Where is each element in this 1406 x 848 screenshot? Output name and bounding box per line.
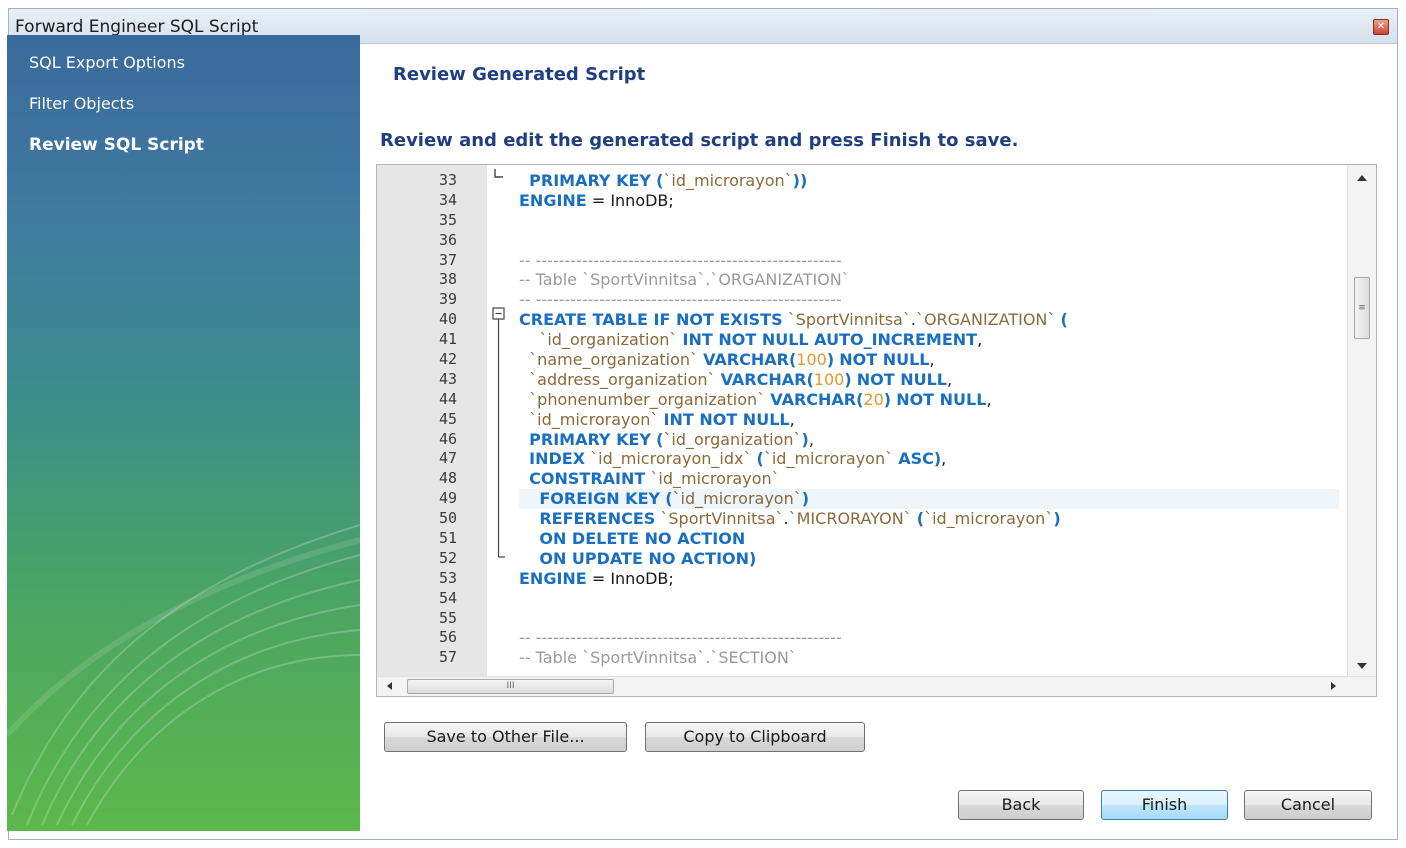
code-line[interactable]: -- -------------------------------------…: [519, 290, 1339, 310]
sql-script-editor[interactable]: 33 34 35 36 37 38 39 40 41 42 43 44 45 46 47 48 49 50 51 52…: [376, 164, 1377, 697]
code-line[interactable]: `name_organization` VARCHAR(100) NOT NUL…: [519, 350, 1339, 370]
line-number: 38: [438, 270, 457, 289]
code-line[interactable]: `id_microrayon` INT NOT NULL,: [519, 410, 1339, 430]
scroll-up-icon[interactable]: [1357, 175, 1367, 181]
line-number: 35: [438, 210, 457, 229]
horizontal-scroll-thumb[interactable]: III: [407, 679, 614, 694]
line-number: 46: [438, 429, 457, 448]
line-number: 53: [438, 568, 457, 587]
line-number: 57: [438, 648, 457, 667]
line-number: 48: [438, 469, 457, 488]
line-number-gutter: 33 34 35 36 37 38 39 40 41 42 43 44 45 46 47 48 49 50 51 52…: [377, 165, 487, 677]
code-line[interactable]: `id_organization` INT NOT NULL AUTO_INCR…: [519, 330, 1339, 350]
code-line[interactable]: [519, 589, 1339, 609]
code-line[interactable]: PRIMARY KEY (`id_organization`),: [519, 430, 1339, 450]
code-line[interactable]: [519, 231, 1339, 251]
code-line[interactable]: `phonenumber_organization` VARCHAR(20) N…: [519, 390, 1339, 410]
line-number: 49: [438, 489, 457, 508]
line-number: 36: [438, 230, 457, 249]
wizard-sidebar: SQL Export Options Filter Objects Review…: [7, 35, 360, 831]
scroll-right-icon[interactable]: [1331, 682, 1336, 690]
line-number: 40: [438, 310, 457, 329]
code-line[interactable]: FOREIGN KEY (`id_microrayon`): [519, 489, 1339, 510]
code-line[interactable]: PRIMARY KEY (`id_microrayon`)): [519, 171, 1339, 191]
line-number: 52: [438, 548, 457, 567]
code-line[interactable]: [519, 211, 1339, 231]
line-number: 50: [438, 509, 457, 528]
close-icon[interactable]: ✕: [1373, 19, 1389, 35]
finish-button[interactable]: Finish: [1101, 790, 1228, 820]
line-number: 56: [438, 628, 457, 647]
code-line[interactable]: ON DELETE NO ACTION: [519, 529, 1339, 549]
line-number: 47: [438, 449, 457, 468]
code-line[interactable]: INDEX `id_microrayon_idx` (`id_microrayo…: [519, 449, 1339, 469]
line-number: 34: [438, 190, 457, 209]
line-number: 33: [438, 171, 457, 189]
code-line[interactable]: -- Table `SportVinnitsa`.`ORGANIZATION`: [519, 270, 1339, 290]
vertical-scroll-thumb[interactable]: ≡: [1354, 277, 1370, 339]
cancel-button[interactable]: Cancel: [1244, 790, 1372, 820]
sidebar-item-sql-export-options[interactable]: SQL Export Options: [29, 53, 185, 72]
copy-to-clipboard-button[interactable]: Copy to Clipboard: [645, 722, 865, 752]
sidebar-item-review-sql-script[interactable]: Review SQL Script: [29, 135, 204, 155]
window-title: Forward Engineer SQL Script: [15, 17, 259, 37]
line-number: 51: [438, 529, 457, 548]
code-line[interactable]: ENGINE = InnoDB;: [519, 569, 1339, 589]
line-number: 39: [438, 290, 457, 309]
sidebar-item-filter-objects[interactable]: Filter Objects: [29, 94, 134, 113]
horizontal-scrollbar[interactable]: III: [377, 676, 1376, 696]
line-number: 41: [438, 330, 457, 349]
line-number: 37: [438, 250, 457, 269]
line-number: 42: [438, 350, 457, 369]
page-title: Review Generated Script: [393, 64, 646, 85]
code-line[interactable]: CONSTRAINT `id_microrayon`: [519, 469, 1339, 489]
code-line[interactable]: ON UPDATE NO ACTION): [519, 549, 1339, 569]
line-number: 43: [438, 369, 457, 388]
vertical-scrollbar[interactable]: ≡: [1347, 165, 1376, 677]
back-button[interactable]: Back: [958, 790, 1084, 820]
page-description: Review and edit the generated script and…: [380, 130, 1019, 151]
code-line[interactable]: -- -------------------------------------…: [519, 251, 1339, 271]
code-line[interactable]: [519, 609, 1339, 629]
code-line[interactable]: -- -------------------------------------…: [519, 628, 1339, 648]
scroll-down-icon[interactable]: [1357, 663, 1367, 669]
line-numbers: 33 34 35 36 37 38 39 40 41 42 43 44 45 46 47 48 49 50 51 52…: [397, 171, 457, 668]
scroll-left-icon[interactable]: [387, 682, 392, 690]
line-number: 55: [438, 608, 457, 627]
line-number: 54: [438, 588, 457, 607]
save-to-other-file-button[interactable]: Save to Other File...: [384, 722, 627, 752]
code-line[interactable]: CREATE TABLE IF NOT EXISTS `SportVinnits…: [519, 310, 1339, 330]
code-text[interactable]: PRIMARY KEY (`id_microrayon`)) ENGINE = I…: [519, 171, 1339, 668]
line-number: 45: [438, 409, 457, 428]
code-line[interactable]: REFERENCES `SportVinnitsa`.`MICRORAYON` …: [519, 509, 1339, 529]
fold-markers: [492, 169, 505, 558]
code-line[interactable]: `address_organization` VARCHAR(100) NOT …: [519, 370, 1339, 390]
line-number: 44: [438, 389, 457, 408]
code-line[interactable]: -- Table `SportVinnitsa`.`SECTION`: [519, 648, 1339, 668]
code-line[interactable]: ENGINE = InnoDB;: [519, 191, 1339, 211]
